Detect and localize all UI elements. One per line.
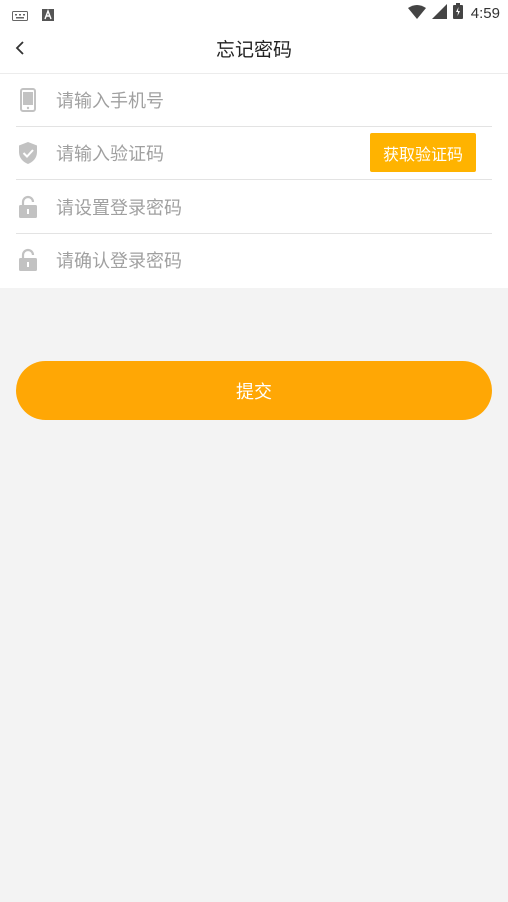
- new-password-row: [16, 181, 492, 234]
- status-bar: 4:59: [0, 0, 508, 26]
- signal-icon: [431, 3, 447, 23]
- keyboard-icon: [12, 6, 28, 25]
- reset-password-form: 获取验证码: [0, 74, 508, 288]
- lock-icon: [16, 194, 40, 220]
- battery-icon: [452, 3, 463, 23]
- status-time: 4:59: [470, 4, 500, 22]
- phone-input[interactable]: [56, 84, 356, 118]
- shield-check-icon: [16, 140, 40, 166]
- wifi-icon: [407, 4, 426, 23]
- submit-button[interactable]: 提交: [16, 361, 492, 420]
- phone-row: [16, 74, 492, 127]
- confirm-password-input[interactable]: [56, 244, 356, 278]
- lock-icon: [16, 247, 40, 273]
- a-badge-icon: [42, 6, 54, 25]
- new-password-input[interactable]: [56, 191, 356, 225]
- verification-code-row: 获取验证码: [16, 127, 492, 180]
- confirm-password-row: [16, 234, 492, 287]
- get-code-button[interactable]: 获取验证码: [370, 133, 476, 172]
- verification-code-input[interactable]: [56, 137, 306, 171]
- page-title: 忘记密码: [215, 39, 292, 61]
- header: 忘记密码: [0, 26, 508, 74]
- back-button[interactable]: [6, 36, 34, 64]
- phone-icon: [16, 87, 40, 113]
- chevron-left-icon: [14, 40, 26, 60]
